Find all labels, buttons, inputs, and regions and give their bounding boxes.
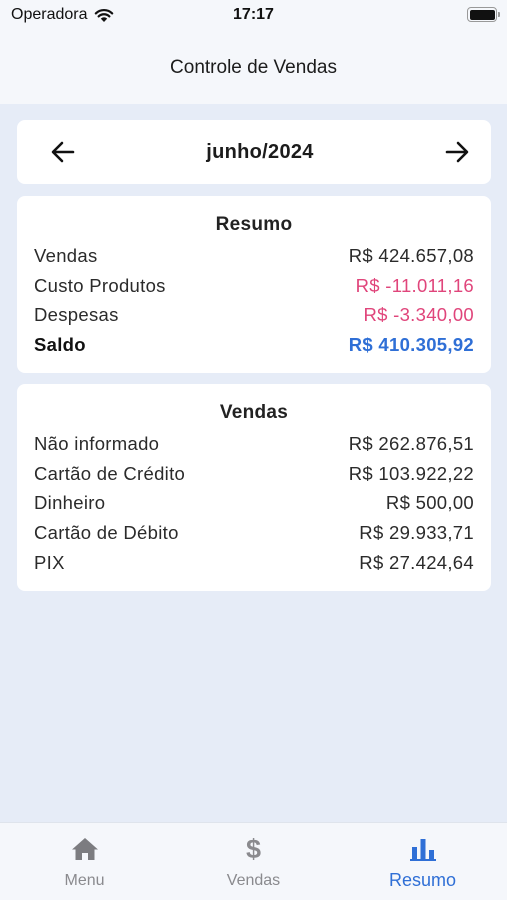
row-value: R$ -3.340,00 [363, 304, 474, 326]
tab-vendas-label: Vendas [226, 872, 281, 889]
row-label: Custo Produtos [34, 274, 166, 296]
tab-menu-label: Menu [64, 872, 105, 889]
summary-row-despesas: Despesas R$ -3.340,00 [34, 300, 474, 330]
row-value: R$ -11.011,16 [355, 274, 474, 296]
sales-row-cartao-credito: Cartão de Crédito R$ 103.922,22 [34, 459, 474, 489]
row-label: Não informado [34, 433, 160, 454]
navigation-header: Controle de Vendas [0, 32, 507, 104]
summary-title: Resumo [215, 214, 293, 235]
previous-month-button[interactable] [47, 136, 79, 168]
summary-row-vendas: Vendas R$ 424.657,08 [34, 241, 474, 271]
row-value: R$ 262.876,51 [348, 433, 474, 454]
row-label: Despesas [34, 304, 119, 326]
arrow-right-icon [445, 141, 469, 163]
sales-row-cartao-debito: Cartão de Débito R$ 29.933,71 [34, 518, 474, 548]
sales-row-nao-informado: Não informado R$ 262.876,51 [34, 429, 474, 459]
battery-icon [467, 7, 500, 22]
home-icon [71, 838, 98, 860]
row-label: Cartão de Crédito [34, 462, 186, 484]
clock-time: 17:17 [233, 6, 274, 23]
status-bar: Operadora 17:17 [0, 0, 507, 32]
row-label: PIX [34, 551, 65, 573]
row-label: Vendas [34, 245, 98, 266]
row-label: Cartão de Débito [34, 522, 179, 544]
row-value: R$ 27.424,64 [359, 551, 474, 573]
sales-title: Vendas [219, 402, 289, 423]
tab-resumo[interactable]: Resumo [338, 823, 507, 900]
month-selector: junho/2024 [17, 120, 491, 184]
summary-row-custo-produtos: Custo Produtos R$ -11.011,16 [34, 271, 474, 301]
current-month-label: junho/2024 [206, 140, 314, 163]
tab-vendas[interactable]: $ Vendas [169, 823, 338, 900]
tab-resumo-label: Resumo [388, 870, 457, 890]
row-value: R$ 29.933,71 [359, 522, 474, 544]
sales-breakdown-card: Vendas Não informado R$ 262.876,51 Cartã… [17, 384, 491, 591]
summary-card: Resumo Vendas R$ 424.657,08 Custo Produt… [17, 196, 491, 373]
row-value: R$ 500,00 [385, 492, 474, 514]
tab-menu[interactable]: Menu [0, 823, 169, 900]
summary-row-saldo: Saldo R$ 410.305,92 [34, 330, 474, 360]
next-month-button[interactable] [441, 136, 473, 168]
dollar-icon: $ [245, 834, 262, 864]
tab-bar: Menu $ Vendas Resumo [0, 822, 507, 900]
row-label: Dinheiro [34, 492, 106, 514]
arrow-left-icon [51, 141, 75, 163]
row-label: Saldo [34, 334, 86, 356]
page-title: Controle de Vendas [170, 57, 337, 78]
sales-row-pix: PIX R$ 27.424,64 [34, 548, 474, 578]
row-value: R$ 103.922,22 [348, 462, 474, 484]
sales-row-dinheiro: Dinheiro R$ 500,00 [34, 488, 474, 518]
row-value: R$ 424.657,08 [348, 245, 474, 266]
row-value: R$ 410.305,92 [348, 334, 474, 356]
bar-chart-icon [409, 839, 436, 861]
